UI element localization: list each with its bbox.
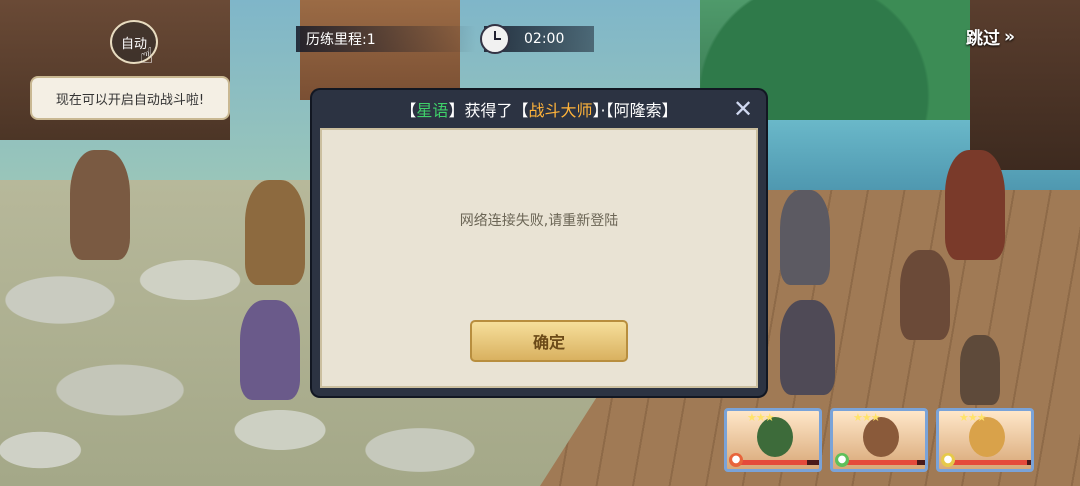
- fire-element-icon: ●: [729, 453, 743, 467]
- hero-portrait[interactable]: ★★★ ●: [724, 408, 822, 472]
- close-icon[interactable]: ✕: [730, 96, 756, 122]
- confirm-label: 确定: [532, 333, 565, 352]
- timer-value: 02:00: [524, 31, 565, 47]
- skip-label: 跳过: [966, 29, 1000, 49]
- enemy-scholar: [960, 335, 1000, 405]
- bracket: 【: [400, 101, 417, 120]
- bracket: 】: [661, 101, 678, 120]
- battle-timer: 02:00: [480, 24, 594, 54]
- tip-text: 现在可以开启自动战斗啦!: [55, 92, 205, 108]
- confirm-button[interactable]: 确定: [470, 320, 628, 362]
- hero-portrait[interactable]: ★★★ ●: [830, 408, 928, 472]
- clock-icon: [480, 24, 510, 54]
- wind-element-icon: ●: [835, 453, 849, 467]
- other-hero-name: 阿隆索: [613, 101, 662, 120]
- double-chevron-right-icon: »: [1004, 26, 1015, 47]
- enemy-rogue: [900, 250, 950, 340]
- enemy-soldier-1: [780, 190, 830, 285]
- auto-battle-tip: 现在可以开启自动战斗啦!: [30, 76, 230, 120]
- title-name: 战斗大师: [528, 101, 593, 120]
- ally-gunner: [70, 150, 130, 260]
- skip-button[interactable]: 跳过 »: [966, 24, 1015, 50]
- pointing-hand-icon: ☝: [140, 44, 154, 69]
- mileage-counter: 历练里程:1: [296, 26, 476, 52]
- ally-swordswoman: [245, 180, 305, 285]
- bracket-separator: 】·【: [592, 101, 614, 120]
- obtained-text: 】获得了【: [448, 101, 529, 120]
- network-error-dialog: 【 星语 】获得了【 战斗大师 】·【 阿隆索 】 ✕ 网络连接失败,请重新登陆…: [312, 90, 766, 396]
- enemy-brute: [945, 150, 1005, 260]
- ally-mage: [240, 300, 300, 400]
- dialog-header: 【 星语 】获得了【 战斗大师 】·【 阿隆索 】: [312, 90, 766, 128]
- enemy-bandit: [780, 300, 835, 395]
- light-element-icon: ●: [941, 453, 955, 467]
- hero-portrait[interactable]: ★★★ ●: [936, 408, 1034, 472]
- dialog-body: 网络连接失败,请重新登陆 确定: [320, 128, 758, 388]
- mileage-label: 历练里程:1: [306, 32, 376, 48]
- star-rating: ★★★: [959, 411, 987, 424]
- hero-name: 星语: [416, 101, 449, 120]
- error-message: 网络连接失败,请重新登陆: [459, 213, 619, 229]
- hp-bar: [847, 460, 925, 465]
- hp-bar: [953, 460, 1031, 465]
- star-rating: ★★★: [747, 411, 775, 424]
- hero-portrait-bar: ★★★ ● ★★★ ● ★★★ ●: [724, 408, 1044, 474]
- hp-bar: [741, 460, 819, 465]
- star-rating: ★★★: [853, 411, 881, 424]
